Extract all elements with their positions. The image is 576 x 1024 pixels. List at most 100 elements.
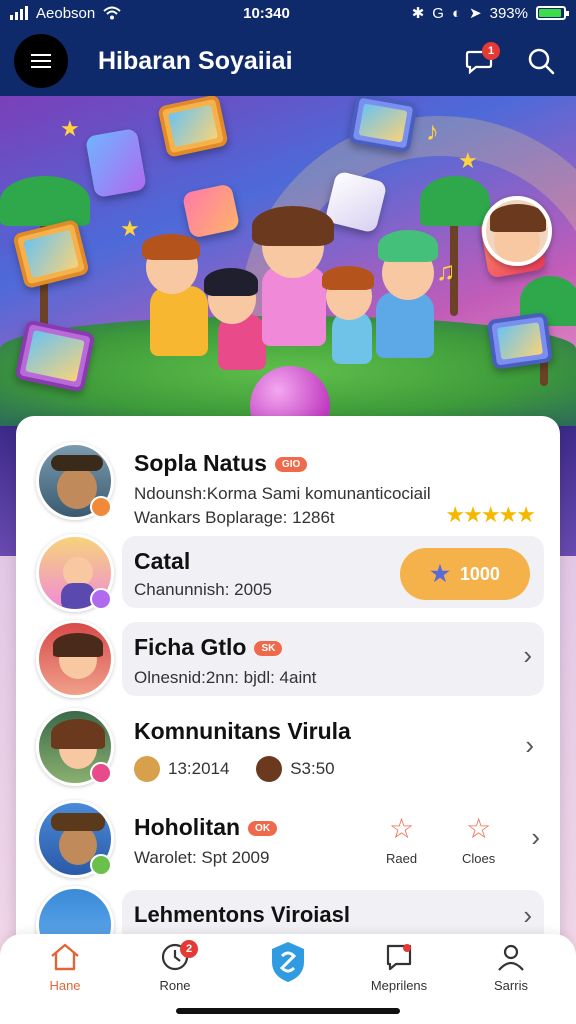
battery-fill	[538, 9, 562, 17]
nav-label: Meprilens	[370, 978, 428, 993]
palm-leaves	[0, 176, 90, 226]
item-subtitle: Olnesnid:2nn: bjdl: 4aint	[134, 668, 317, 687]
action-label: Raed	[386, 851, 418, 866]
member-value: 13:2014	[168, 759, 230, 778]
photo-frame-icon	[157, 96, 229, 158]
profile-icon	[498, 944, 524, 971]
status-badge	[90, 588, 112, 610]
palm-leaves	[420, 176, 490, 226]
list-item[interactable]: Komnunitans Virula 13:2014 S3:50 ›	[16, 708, 560, 788]
notification-button[interactable]: 1	[458, 40, 500, 82]
list-item[interactable]: Catal Chanunnish: 2005 ★ 1000	[16, 534, 560, 614]
star-outline-icon: ☆	[466, 813, 492, 844]
photo-frame-icon	[12, 218, 90, 290]
points-label: 1000	[459, 563, 500, 584]
status-badge	[90, 854, 112, 876]
member-chip: 13:2014	[134, 756, 229, 782]
status-bar: Aeobson 10:340 ✱ G ◐ ➤ 393%	[0, 0, 576, 26]
menu-icon	[31, 54, 51, 56]
signal-icon	[10, 6, 28, 20]
star-outline-icon: ☆	[388, 813, 415, 844]
battery-icon	[535, 6, 569, 20]
item-tag: SK	[254, 641, 283, 657]
clock-time: 10:340	[243, 4, 290, 22]
chevron-right-icon[interactable]: ›	[523, 900, 532, 931]
home-indicator	[176, 1008, 400, 1014]
member-row: 13:2014 S3:50	[134, 756, 357, 787]
bluetooth-icon: ✱	[411, 5, 425, 22]
app-header: Hibaran Soyaiiai 1	[0, 26, 576, 96]
wifi-icon	[103, 6, 121, 20]
mini-avatar	[256, 756, 283, 782]
music-note-icon: ♫	[436, 256, 456, 286]
item-tag: GIO	[274, 457, 308, 473]
item-detail: Wankars Boplarage: 1286t	[134, 508, 335, 527]
item-name: Sopla Natus GIO	[134, 450, 308, 477]
nav-rone[interactable]: 2 Rone	[130, 940, 220, 993]
chevron-right-icon[interactable]: ›	[531, 822, 540, 853]
read-action[interactable]: ☆ Raed	[386, 812, 417, 866]
star-icon: ★	[458, 148, 478, 173]
chevron-right-icon[interactable]: ›	[523, 640, 532, 671]
item-name: Hoholitan OK	[134, 814, 278, 841]
shield-logo-icon	[272, 942, 304, 982]
hero-banner: ♪ ♫ ★ ★ ★ 397130	[0, 96, 576, 426]
profile-avatar[interactable]	[482, 196, 552, 266]
action-label: Cloes	[462, 851, 496, 866]
item-card: Ficha Gtlo SK Olnesnid:2nn: bjdl: 4aint ›	[122, 622, 544, 696]
location-icon: ➤	[469, 5, 482, 22]
item-tag: OK	[248, 821, 278, 837]
item-card: Catal Chanunnish: 2005 ★ 1000	[122, 536, 544, 608]
item-name: Lehmentons Viroiasl	[134, 902, 350, 927]
points-button[interactable]: ★ 1000	[400, 548, 530, 600]
star-icon: ★	[60, 116, 80, 141]
phone-device-icon	[85, 127, 147, 199]
nav-badge: 2	[180, 940, 198, 958]
status-left: Aeobson	[10, 5, 121, 22]
dnd-icon: ◐	[451, 4, 462, 22]
item-subtitle: Chanunnish: 2005	[134, 580, 273, 599]
nav-center[interactable]	[243, 940, 333, 984]
nav-messages[interactable]: Meprilens	[354, 942, 444, 993]
item-name: Catal	[134, 548, 191, 574]
item-subtitle: Warolet: Spt 2009	[134, 848, 270, 867]
music-note-icon: ♪	[426, 116, 439, 146]
member-chip: S3:50	[256, 756, 335, 782]
search-icon	[528, 48, 555, 75]
message-icon	[386, 944, 412, 971]
star-icon: ★	[430, 561, 450, 586]
rating-stars: ★★★★★	[445, 502, 536, 527]
item-name: Ficha Gtlo SK	[134, 634, 283, 661]
nav-label: Rone	[159, 978, 191, 993]
nav-label: Sarris	[494, 978, 528, 993]
nav-home[interactable]: Hane	[20, 942, 110, 993]
carrier-label: Aeobson	[36, 4, 96, 22]
home-icon	[51, 943, 79, 971]
status-badge	[90, 762, 112, 784]
battery-percent: 393%	[489, 4, 528, 22]
status-badge	[90, 496, 112, 518]
bottom-navigation: Hane 2 Rone Meprilens Sarris	[0, 934, 576, 1024]
chevron-right-icon[interactable]: ›	[525, 730, 534, 761]
star-icon: ★	[120, 216, 140, 241]
mini-avatar	[134, 756, 160, 782]
menu-button[interactable]	[14, 34, 68, 88]
status-right: ✱ G ◐ ➤ 393%	[411, 4, 569, 22]
item-name: Komnunitans Virula	[134, 718, 351, 744]
list-item[interactable]: Ficha Gtlo SK Olnesnid:2nn: bjdl: 4aint ›	[16, 620, 560, 702]
gift-icon	[181, 183, 241, 239]
search-button[interactable]	[520, 40, 562, 82]
nav-label: Hane	[49, 978, 81, 993]
item-subtitle: Ndounsh:Korma Sami komunanticociail	[134, 484, 431, 503]
nav-profile[interactable]: Sarris	[466, 942, 556, 993]
notification-badge: 1	[482, 42, 500, 60]
close-action[interactable]: ☆ Cloes	[462, 812, 495, 866]
list-item[interactable]: Hoholitan OK Warolet: Spt 2009 ☆ Raed ☆ C…	[16, 800, 560, 882]
community-list: Sopla Natus GIO Ndounsh:Korma Sami komuna…	[16, 416, 560, 976]
app-title: Hibaran Soyaiiai	[98, 46, 293, 75]
photo-frame-icon	[486, 312, 554, 370]
avatar	[36, 620, 114, 698]
sync-icon: G	[432, 4, 444, 22]
list-item[interactable]: Sopla Natus GIO Ndounsh:Korma Sami komuna…	[16, 442, 560, 528]
member-value: S3:50	[290, 759, 335, 778]
